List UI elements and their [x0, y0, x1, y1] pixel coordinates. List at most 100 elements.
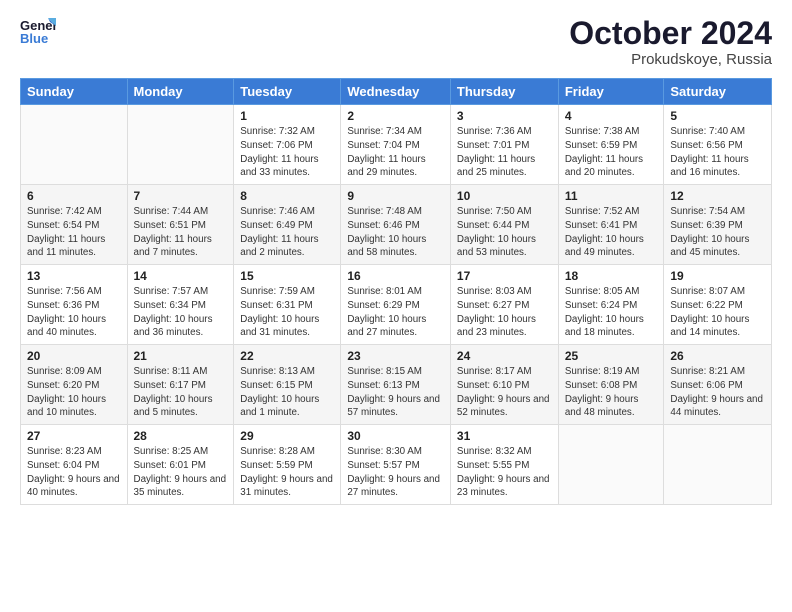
day-info: Sunrise: 7:38 AM Sunset: 6:59 PM Dayligh…: [565, 125, 658, 180]
day-number: 5: [670, 109, 765, 123]
table-row: [127, 105, 234, 185]
table-row: 14 Sunrise: 7:57 AM Sunset: 6:34 PM Dayli…: [127, 265, 234, 345]
header: General Blue October 2024 Prokudskoye, R…: [20, 16, 772, 68]
calendar-week-row: 27 Sunrise: 8:23 AM Sunset: 6:04 PM Dayli…: [21, 425, 772, 505]
day-info: Sunrise: 7:32 AM Sunset: 7:06 PM Dayligh…: [240, 125, 334, 180]
header-sunday: Sunday: [21, 79, 128, 105]
table-row: 23 Sunrise: 8:15 AM Sunset: 6:13 PM Dayli…: [341, 345, 451, 425]
table-row: 7 Sunrise: 7:44 AM Sunset: 6:51 PM Daylig…: [127, 185, 234, 265]
day-number: 7: [134, 189, 228, 203]
table-row: 21 Sunrise: 8:11 AM Sunset: 6:17 PM Dayli…: [127, 345, 234, 425]
table-row: 13Sunrise: 7:56 AM Sunset: 6:36 PM Dayli…: [21, 265, 128, 345]
day-info: Sunrise: 8:05 AM Sunset: 6:24 PM Dayligh…: [565, 285, 658, 340]
day-number: 18: [565, 269, 658, 283]
day-info: Sunrise: 8:23 AM Sunset: 6:04 PM Dayligh…: [27, 445, 121, 500]
day-number: 26: [670, 349, 765, 363]
day-number: 6: [27, 189, 121, 203]
day-info: Sunrise: 7:50 AM Sunset: 6:44 PM Dayligh…: [457, 205, 552, 260]
day-info: Sunrise: 8:09 AM Sunset: 6:20 PM Dayligh…: [27, 365, 121, 420]
day-info: Sunrise: 7:46 AM Sunset: 6:49 PM Dayligh…: [240, 205, 334, 260]
day-number: 10: [457, 189, 552, 203]
day-info: Sunrise: 7:36 AM Sunset: 7:01 PM Dayligh…: [457, 125, 552, 180]
table-row: 25 Sunrise: 8:19 AM Sunset: 6:08 PM Dayli…: [558, 345, 664, 425]
day-number: 15: [240, 269, 334, 283]
table-row: 5 Sunrise: 7:40 AM Sunset: 6:56 PM Daylig…: [664, 105, 772, 185]
logo-icon: General Blue: [20, 16, 56, 46]
day-number: 31: [457, 429, 552, 443]
table-row: [664, 425, 772, 505]
day-number: 21: [134, 349, 228, 363]
day-number: 23: [347, 349, 444, 363]
day-number: 14: [134, 269, 228, 283]
day-info: Sunrise: 8:32 AM Sunset: 5:55 PM Dayligh…: [457, 445, 552, 500]
subtitle: Prokudskoye, Russia: [569, 51, 772, 68]
header-wednesday: Wednesday: [341, 79, 451, 105]
calendar-week-row: 1 Sunrise: 7:32 AM Sunset: 7:06 PM Daylig…: [21, 105, 772, 185]
day-number: 16: [347, 269, 444, 283]
day-number: 19: [670, 269, 765, 283]
table-row: 6 Sunrise: 7:42 AM Sunset: 6:54 PM Daylig…: [21, 185, 128, 265]
table-row: [558, 425, 664, 505]
day-info: Sunrise: 7:48 AM Sunset: 6:46 PM Dayligh…: [347, 205, 444, 260]
day-number: 24: [457, 349, 552, 363]
day-number: 12: [670, 189, 765, 203]
header-monday: Monday: [127, 79, 234, 105]
day-number: 20: [27, 349, 121, 363]
month-title: October 2024: [569, 16, 772, 51]
logo: General Blue: [20, 16, 56, 46]
day-info: Sunrise: 7:40 AM Sunset: 6:56 PM Dayligh…: [670, 125, 765, 180]
day-info: Sunrise: 7:54 AM Sunset: 6:39 PM Dayligh…: [670, 205, 765, 260]
day-number: 11: [565, 189, 658, 203]
day-info: Sunrise: 7:42 AM Sunset: 6:54 PM Dayligh…: [27, 205, 121, 260]
table-row: 9 Sunrise: 7:48 AM Sunset: 6:46 PM Daylig…: [341, 185, 451, 265]
table-row: 26Sunrise: 8:21 AM Sunset: 6:06 PM Dayli…: [664, 345, 772, 425]
day-info: Sunrise: 8:01 AM Sunset: 6:29 PM Dayligh…: [347, 285, 444, 340]
day-info: Sunrise: 8:15 AM Sunset: 6:13 PM Dayligh…: [347, 365, 444, 420]
day-number: 27: [27, 429, 121, 443]
day-info: Sunrise: 7:44 AM Sunset: 6:51 PM Dayligh…: [134, 205, 228, 260]
day-info: Sunrise: 8:11 AM Sunset: 6:17 PM Dayligh…: [134, 365, 228, 420]
table-row: 24 Sunrise: 8:17 AM Sunset: 6:10 PM Dayli…: [450, 345, 558, 425]
day-info: Sunrise: 7:59 AM Sunset: 6:31 PM Dayligh…: [240, 285, 334, 340]
table-row: [21, 105, 128, 185]
table-row: 20 Sunrise: 8:09 AM Sunset: 6:20 PM Dayli…: [21, 345, 128, 425]
table-row: 22Sunrise: 8:13 AM Sunset: 6:15 PM Dayli…: [234, 345, 341, 425]
page: General Blue October 2024 Prokudskoye, R…: [0, 0, 792, 612]
calendar-week-row: 6 Sunrise: 7:42 AM Sunset: 6:54 PM Daylig…: [21, 185, 772, 265]
calendar-table: Sunday Monday Tuesday Wednesday Thursday…: [20, 78, 772, 505]
day-info: Sunrise: 8:30 AM Sunset: 5:57 PM Dayligh…: [347, 445, 444, 500]
day-number: 29: [240, 429, 334, 443]
day-number: 25: [565, 349, 658, 363]
table-row: 3Sunrise: 7:36 AM Sunset: 7:01 PM Daylig…: [450, 105, 558, 185]
table-row: 31 Sunrise: 8:32 AM Sunset: 5:55 PM Dayli…: [450, 425, 558, 505]
table-row: 16 Sunrise: 8:01 AM Sunset: 6:29 PM Dayli…: [341, 265, 451, 345]
day-info: Sunrise: 8:25 AM Sunset: 6:01 PM Dayligh…: [134, 445, 228, 500]
table-row: 28Sunrise: 8:25 AM Sunset: 6:01 PM Dayli…: [127, 425, 234, 505]
table-row: 27 Sunrise: 8:23 AM Sunset: 6:04 PM Dayli…: [21, 425, 128, 505]
table-row: 17 Sunrise: 8:03 AM Sunset: 6:27 PM Dayli…: [450, 265, 558, 345]
day-info: Sunrise: 8:17 AM Sunset: 6:10 PM Dayligh…: [457, 365, 552, 420]
header-thursday: Thursday: [450, 79, 558, 105]
day-info: Sunrise: 8:19 AM Sunset: 6:08 PM Dayligh…: [565, 365, 658, 420]
day-info: Sunrise: 8:03 AM Sunset: 6:27 PM Dayligh…: [457, 285, 552, 340]
day-number: 1: [240, 109, 334, 123]
day-info: Sunrise: 8:28 AM Sunset: 5:59 PM Dayligh…: [240, 445, 334, 500]
svg-text:Blue: Blue: [20, 31, 48, 46]
header-saturday: Saturday: [664, 79, 772, 105]
day-info: Sunrise: 7:56 AM Sunset: 6:36 PM Dayligh…: [27, 285, 121, 340]
day-number: 2: [347, 109, 444, 123]
table-row: 19 Sunrise: 8:07 AM Sunset: 6:22 PM Dayli…: [664, 265, 772, 345]
calendar-week-row: 13Sunrise: 7:56 AM Sunset: 6:36 PM Dayli…: [21, 265, 772, 345]
table-row: 10 Sunrise: 7:50 AM Sunset: 6:44 PM Dayli…: [450, 185, 558, 265]
day-number: 17: [457, 269, 552, 283]
day-info: Sunrise: 8:07 AM Sunset: 6:22 PM Dayligh…: [670, 285, 765, 340]
calendar-header-row: Sunday Monday Tuesday Wednesday Thursday…: [21, 79, 772, 105]
day-info: Sunrise: 7:57 AM Sunset: 6:34 PM Dayligh…: [134, 285, 228, 340]
day-number: 4: [565, 109, 658, 123]
day-number: 22: [240, 349, 334, 363]
day-number: 9: [347, 189, 444, 203]
day-number: 30: [347, 429, 444, 443]
table-row: 18 Sunrise: 8:05 AM Sunset: 6:24 PM Dayli…: [558, 265, 664, 345]
calendar-week-row: 20 Sunrise: 8:09 AM Sunset: 6:20 PM Dayli…: [21, 345, 772, 425]
table-row: 30 Sunrise: 8:30 AM Sunset: 5:57 PM Dayli…: [341, 425, 451, 505]
